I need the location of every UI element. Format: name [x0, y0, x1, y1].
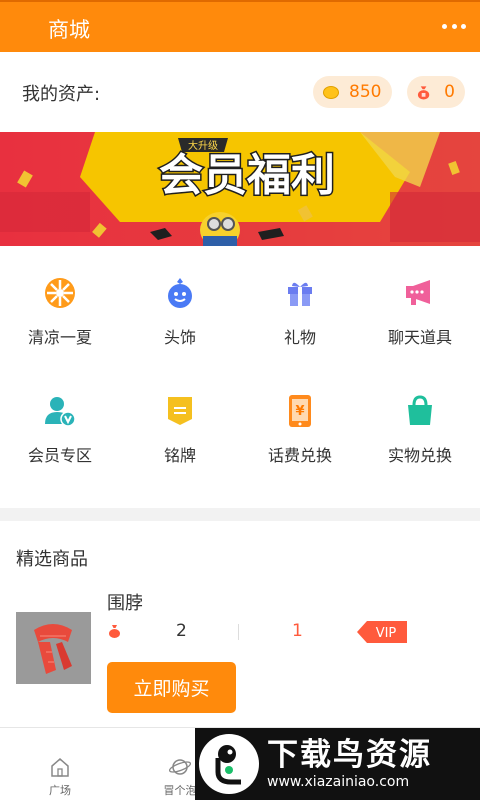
home-icon [51, 758, 69, 777]
coin-icon [323, 85, 339, 99]
banner-art: 大升级 会员福利 [0, 132, 480, 246]
watermark: 下载鸟资源 www.xiazainiao.com [195, 728, 480, 800]
member-icon [43, 394, 77, 428]
product-price: 2 [176, 621, 187, 641]
category-label: 头饰 [163, 328, 196, 347]
tab-label: 广场 [49, 784, 71, 797]
assets-label: 我的资产: [22, 84, 101, 105]
banner-headline: 会员福利 [159, 150, 335, 201]
category-item[interactable]: 聊天道具 [360, 246, 480, 364]
face-icon [163, 276, 197, 310]
category-label: 礼物 [283, 328, 316, 347]
phone-icon: ¥ [283, 394, 317, 428]
money-bag-icon [417, 85, 430, 100]
category-label: 聊天道具 [387, 328, 452, 347]
category-item[interactable]: 头饰 [120, 246, 240, 364]
product-image[interactable] [16, 612, 91, 684]
bag-balance[interactable]: 0 [407, 76, 465, 108]
shopping-bag-icon [403, 394, 437, 428]
coin-balance[interactable]: 850 [313, 76, 392, 108]
category-item[interactable]: 清凉一夏 [0, 246, 120, 364]
category-label: 实物兑换 [387, 446, 452, 465]
tab-label: 冒个泡 [163, 784, 197, 797]
assets-row: 我的资产: 850 0 [0, 52, 480, 132]
category-item[interactable]: 会员专区 [0, 364, 120, 482]
more-icon[interactable] [442, 14, 466, 38]
svg-text:¥: ¥ [295, 404, 304, 419]
featured-section: 精选商品 围脖 2 1 VIP 立即购买 [0, 521, 480, 727]
product-name: 围脖 [107, 593, 143, 614]
price-divider [238, 624, 239, 640]
page-title: 商城 [48, 18, 90, 42]
category-item[interactable]: ¥ 话费兑换 [240, 364, 360, 482]
section-title: 精选商品 [16, 549, 88, 570]
nameplate-icon [163, 394, 197, 428]
category-grid: 清凉一夏 头饰 礼物 聊天道具 会员专区 铭牌 ¥ 话费兑换 实物兑换 [0, 246, 480, 508]
category-label: 铭牌 [163, 446, 196, 465]
megaphone-icon [403, 276, 437, 310]
watermark-title: 下载鸟资源 [267, 737, 432, 773]
tab-square[interactable]: 广场 [0, 728, 120, 800]
category-label: 话费兑换 [267, 446, 332, 465]
section-divider [0, 508, 480, 521]
watermark-logo-icon [199, 734, 259, 794]
app-header: 商城 [0, 0, 480, 52]
coin-count: 850 [349, 82, 382, 102]
planet-icon [169, 759, 191, 775]
vip-price: 1 [292, 621, 303, 641]
money-bag-icon [109, 625, 120, 638]
category-item[interactable]: 礼物 [240, 246, 360, 364]
category-item[interactable]: 实物兑换 [360, 364, 480, 482]
category-label: 清凉一夏 [27, 328, 92, 347]
gift-icon [283, 276, 317, 310]
wheel-icon [43, 276, 77, 310]
category-item[interactable]: 铭牌 [120, 364, 240, 482]
bag-count: 0 [444, 82, 455, 102]
promo-banner[interactable]: 大升级 会员福利 [0, 132, 480, 246]
category-label: 会员专区 [27, 446, 92, 465]
vip-tag: VIP [357, 621, 407, 643]
buy-now-button[interactable]: 立即购买 [107, 662, 236, 713]
watermark-url: www.xiazainiao.com [267, 774, 410, 790]
vip-label: VIP [376, 626, 397, 641]
